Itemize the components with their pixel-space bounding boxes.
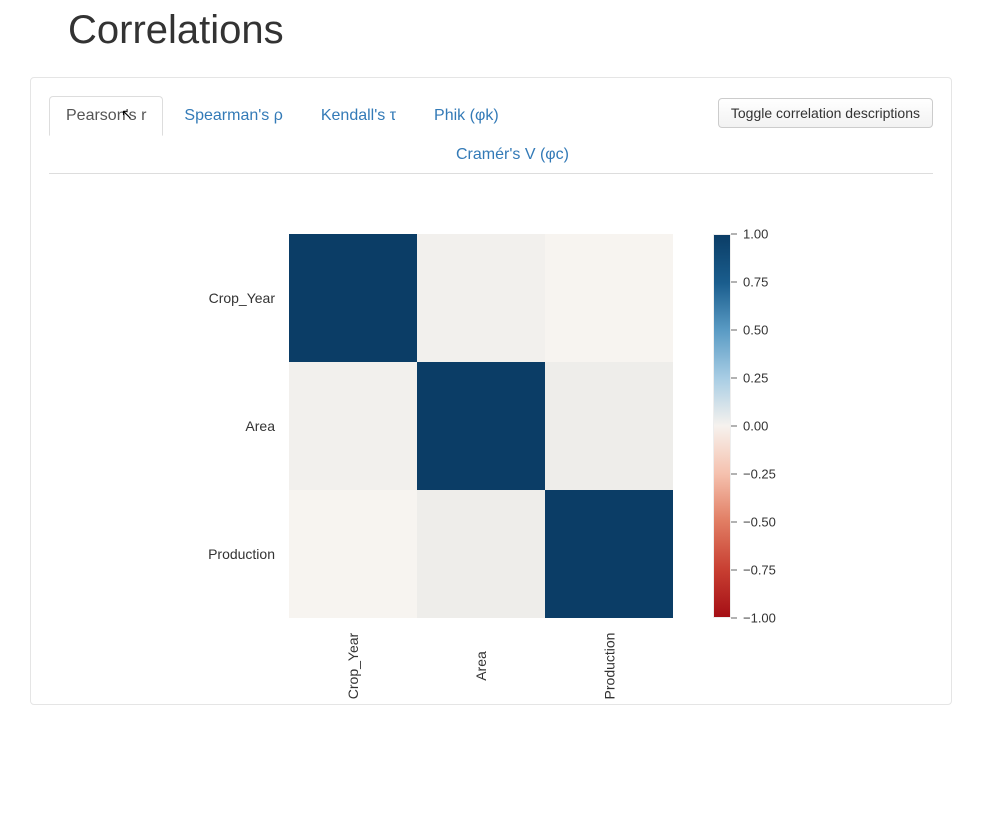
colorbar-tick: 1.00 [731,227,768,242]
heatmap-col-label: Area [417,630,545,674]
heatmap-cell [417,362,545,490]
colorbar-tick: 0.75 [731,275,768,290]
colorbar-tick: −0.50 [731,515,776,530]
heatmap-row-label: Area [191,362,281,490]
page-title: Correlations [68,8,962,53]
tab-cramer[interactable]: Cramér's V (φc) [439,135,586,174]
colorbar-tick: −0.75 [731,563,776,578]
heatmap-cell [417,490,545,618]
colorbar-tick: −1.00 [731,611,776,626]
toggle-correlation-descriptions-button[interactable]: Toggle correlation descriptions [718,98,933,128]
colorbar: 1.000.750.500.250.00−0.25−0.50−0.75−1.00 [713,234,791,618]
heatmap-cell [289,362,417,490]
heatmap-chart: Crop_YearAreaProduction Crop_YearAreaPro… [49,234,933,674]
heatmap-cell [289,490,417,618]
correlation-tab-row: Pearson's rSpearman's ρKendall's τPhik (… [49,96,933,174]
heatmap-cell [545,362,673,490]
tab-spearman[interactable]: Spearman's ρ [167,96,299,136]
tab-phik[interactable]: Phik (φk) [417,96,516,136]
tab-kendall[interactable]: Kendall's τ [304,96,413,136]
heatmap-cell [289,234,417,362]
colorbar-tick: −0.25 [731,467,776,482]
heatmap-row-label: Crop_Year [191,234,281,362]
colorbar-tick: 0.00 [731,419,768,434]
colorbar-tick: 0.25 [731,371,768,386]
heatmap-col-label: Crop_Year [289,630,417,674]
colorbar-tick: 0.50 [731,323,768,338]
tab-pearson[interactable]: Pearson's r [49,96,163,136]
heatmap-row-label: Production [191,490,281,618]
colorbar-gradient [713,234,731,618]
heatmap-cell [545,234,673,362]
heatmap-col-label: Production [545,630,673,674]
heatmap-cell [545,490,673,618]
heatmap-grid [289,234,673,618]
correlations-panel: Pearson's rSpearman's ρKendall's τPhik (… [30,77,952,705]
heatmap-cell [417,234,545,362]
